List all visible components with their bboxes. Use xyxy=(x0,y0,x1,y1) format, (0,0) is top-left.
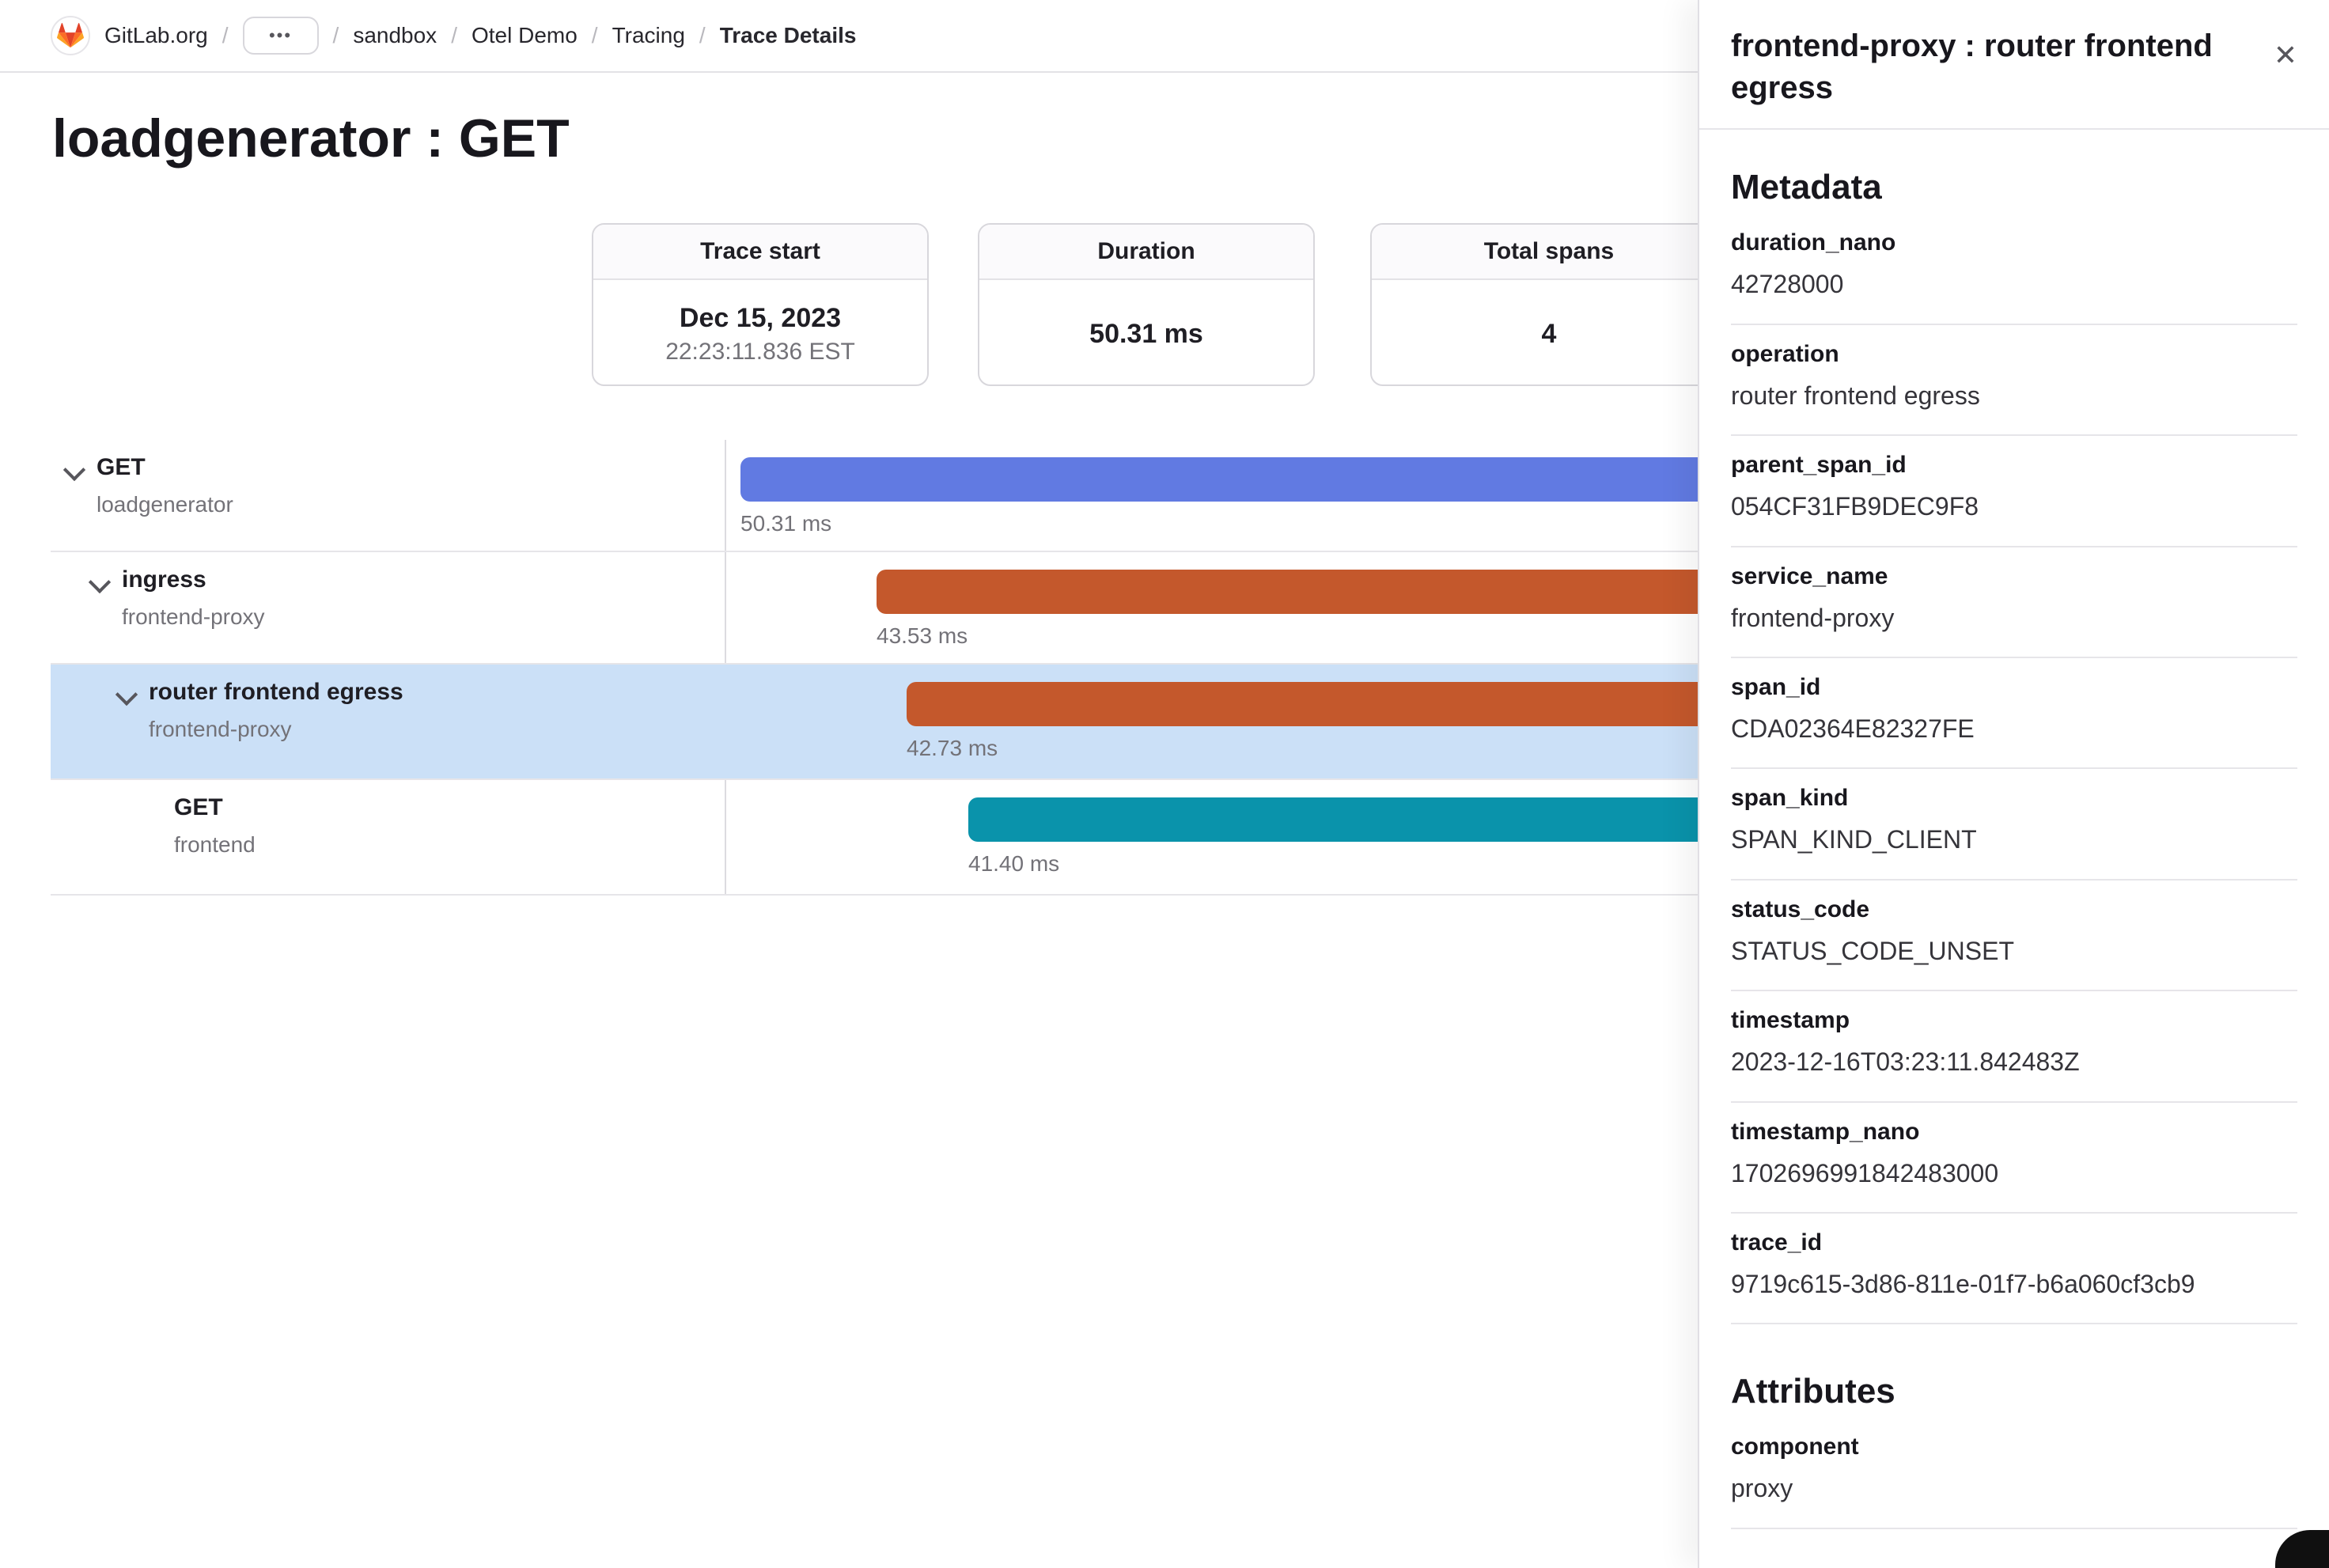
duration-value: 50.31 ms xyxy=(1089,319,1203,350)
breadcrumb-item-tracing[interactable]: Tracing xyxy=(612,23,685,48)
field-value: router frontend egress xyxy=(1731,381,2297,411)
span-duration-bar[interactable] xyxy=(907,682,1807,726)
total-spans-card: Total spans 4 xyxy=(1370,223,1728,386)
field-key: span_kind xyxy=(1731,785,2297,812)
span-row-get-loadgenerator[interactable]: GET loadgenerator 50.31 ms xyxy=(51,440,1807,552)
drawer-body: Metadata duration_nano 42728000 operatio… xyxy=(1699,168,2329,1528)
field-value: 42728000 xyxy=(1731,269,2297,299)
metadata-field: trace_id 9719c615-3d86-811e-01f7-b6a060c… xyxy=(1731,1214,2297,1324)
attribute-field: component proxy xyxy=(1731,1418,2297,1528)
breadcrumb-separator: / xyxy=(333,23,339,48)
total-spans-value: 4 xyxy=(1542,319,1557,350)
trace-start-card-label: Trace start xyxy=(593,225,927,280)
span-service: frontend xyxy=(174,832,256,858)
span-row-get-frontend[interactable]: GET frontend 41.40 ms xyxy=(51,780,1807,896)
span-service: loadgenerator xyxy=(97,492,233,517)
breadcrumb-item-otel-demo[interactable]: Otel Demo xyxy=(471,23,578,48)
field-value: frontend-proxy xyxy=(1731,603,2297,633)
span-row-ingress-frontend-proxy[interactable]: ingress frontend-proxy 43.53 ms xyxy=(51,552,1807,665)
field-key: trace_id xyxy=(1731,1229,2297,1256)
metadata-field: parent_span_id 054CF31FB9DEC9F8 xyxy=(1731,436,2297,547)
field-key: duration_nano xyxy=(1731,229,2297,256)
span-row-router-frontend-egress[interactable]: router frontend egress frontend-proxy 42… xyxy=(51,665,1807,780)
span-operation: ingress xyxy=(122,566,206,593)
page-title: loadgenerator : GET xyxy=(52,108,570,169)
field-key: service_name xyxy=(1731,563,2297,590)
field-key: timestamp_nano xyxy=(1731,1119,2297,1146)
field-value: CDA02364E82327FE xyxy=(1731,714,2297,744)
span-operation: GET xyxy=(174,794,223,821)
trace-start-card: Trace start Dec 15, 2023 22:23:11.836 ES… xyxy=(592,223,929,386)
breadcrumb-separator: / xyxy=(699,23,706,48)
span-duration-bar[interactable] xyxy=(968,797,1807,842)
gitlab-logo-icon[interactable] xyxy=(51,16,90,55)
chevron-down-icon[interactable] xyxy=(89,571,111,593)
metadata-field: status_code STATUS_CODE_UNSET xyxy=(1731,881,2297,991)
breadcrumb-separator: / xyxy=(451,23,457,48)
breadcrumb-ellipsis-button[interactable]: ••• xyxy=(243,17,319,55)
metadata-field: timestamp 2023-12-16T03:23:11.842483Z xyxy=(1731,991,2297,1102)
span-service: frontend-proxy xyxy=(149,717,292,742)
field-value: 1702696991842483000 xyxy=(1731,1158,2297,1188)
drawer-title: frontend-proxy : router frontend egress xyxy=(1731,25,2253,109)
span-duration-label: 43.53 ms xyxy=(877,623,968,649)
field-value: 9719c615-3d86-811e-01f7-b6a060cf3cb9 xyxy=(1731,1269,2297,1299)
breadcrumb-separator: / xyxy=(592,23,598,48)
span-duration-label: 42.73 ms xyxy=(907,736,998,761)
metadata-heading: Metadata xyxy=(1731,168,2297,207)
trace-waterfall: GET loadgenerator 50.31 ms ingress front… xyxy=(51,440,1807,896)
breadcrumb-item-sandbox[interactable]: sandbox xyxy=(353,23,437,48)
breadcrumb-item-trace-details: Trace Details xyxy=(720,23,857,48)
span-operation: router frontend egress xyxy=(149,679,403,706)
field-key: component xyxy=(1731,1434,2297,1460)
field-value: 2023-12-16T03:23:11.842483Z xyxy=(1731,1047,2297,1077)
metadata-field: operation router frontend egress xyxy=(1731,325,2297,436)
span-details-drawer: frontend-proxy : router frontend egress … xyxy=(1698,0,2329,1568)
breadcrumb-item-gitlab-org[interactable]: GitLab.org xyxy=(104,23,208,48)
metadata-field: span_kind SPAN_KIND_CLIENT xyxy=(1731,769,2297,880)
span-operation: GET xyxy=(97,454,146,481)
field-key: operation xyxy=(1731,341,2297,368)
span-duration-bar[interactable] xyxy=(740,457,1807,502)
field-key: parent_span_id xyxy=(1731,452,2297,479)
close-icon[interactable]: ✕ xyxy=(2267,35,2304,76)
duration-card: Duration 50.31 ms xyxy=(978,223,1315,386)
breadcrumb-separator: / xyxy=(222,23,229,48)
field-value: 054CF31FB9DEC9F8 xyxy=(1731,491,2297,521)
drawer-header: frontend-proxy : router frontend egress … xyxy=(1699,0,2329,130)
field-value: proxy xyxy=(1731,1473,2297,1503)
attributes-heading: Attributes xyxy=(1731,1372,2297,1411)
duration-card-label: Duration xyxy=(979,225,1313,280)
field-value: SPAN_KIND_CLIENT xyxy=(1731,824,2297,854)
trace-details-page: GitLab.org / ••• / sandbox / Otel Demo /… xyxy=(0,0,2329,1568)
field-key: span_id xyxy=(1731,674,2297,701)
total-spans-card-label: Total spans xyxy=(1372,225,1726,280)
span-service: frontend-proxy xyxy=(122,604,265,630)
breadcrumb: GitLab.org / ••• / sandbox / Otel Demo /… xyxy=(0,0,1698,73)
chevron-down-icon[interactable] xyxy=(116,684,138,706)
metadata-field: span_id CDA02364E82327FE xyxy=(1731,658,2297,769)
field-key: status_code xyxy=(1731,896,2297,923)
span-duration-label: 50.31 ms xyxy=(740,511,831,536)
trace-start-date: Dec 15, 2023 xyxy=(680,303,841,334)
field-key: timestamp xyxy=(1731,1007,2297,1034)
field-value: STATUS_CODE_UNSET xyxy=(1731,936,2297,966)
metadata-field: timestamp_nano 1702696991842483000 xyxy=(1731,1103,2297,1214)
metadata-field: duration_nano 42728000 xyxy=(1731,214,2297,324)
trace-start-time: 22:23:11.836 EST xyxy=(665,339,855,365)
metadata-field: service_name frontend-proxy xyxy=(1731,547,2297,658)
span-duration-label: 41.40 ms xyxy=(968,851,1059,877)
span-duration-bar[interactable] xyxy=(877,570,1807,614)
chevron-down-icon[interactable] xyxy=(63,459,85,481)
